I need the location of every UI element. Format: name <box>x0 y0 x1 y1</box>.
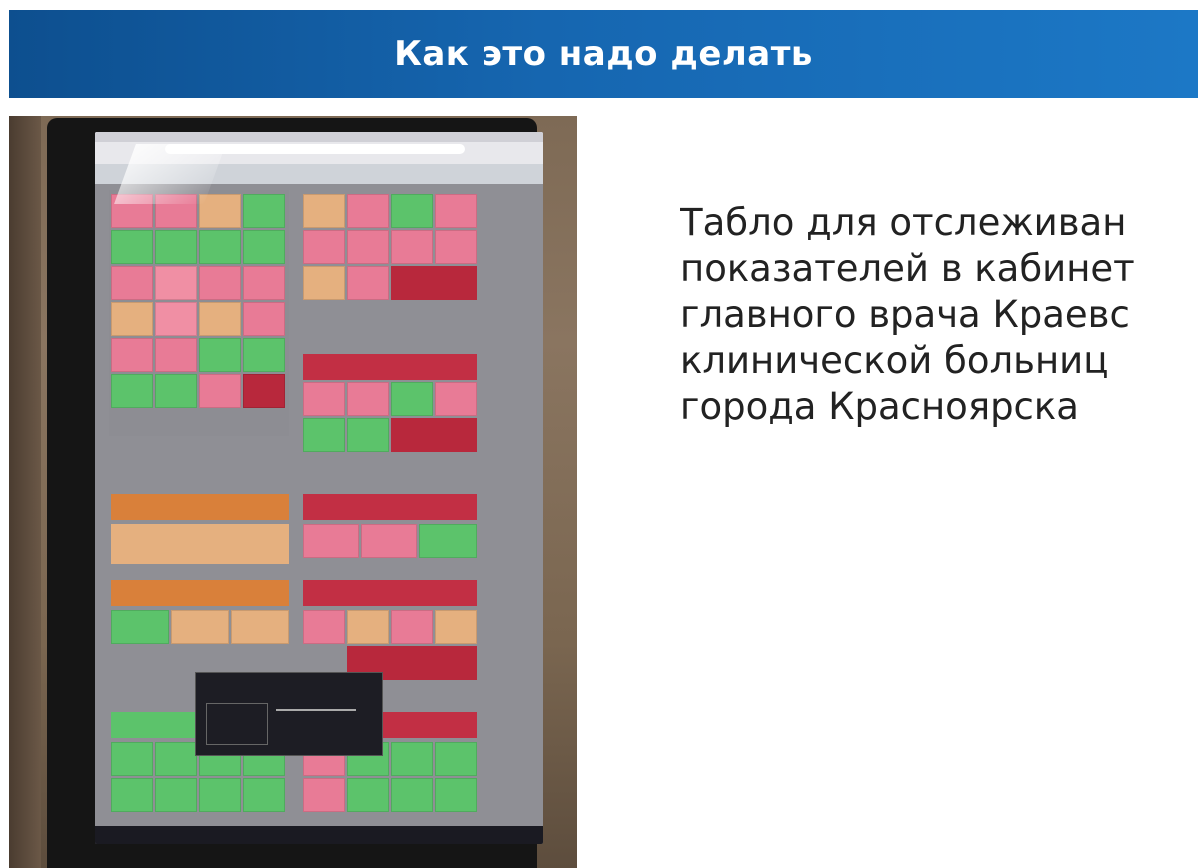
dashboard-wide-tile <box>391 418 477 452</box>
dashboard-tile <box>435 382 477 416</box>
dashboard-tile <box>347 418 389 452</box>
dashboard-tile <box>155 778 197 812</box>
caption-line: главного врача Краевс <box>680 293 1130 336</box>
dashboard-tile <box>435 230 477 264</box>
dashboard-tile <box>155 374 197 408</box>
dashboard-tile <box>303 382 345 416</box>
dashboard-tile <box>361 524 417 558</box>
dashboard-tile <box>199 338 241 372</box>
slide-title: Как это надо делать <box>394 34 813 74</box>
dashboard-tile <box>111 266 153 300</box>
dashboard-tile <box>303 194 345 228</box>
popup-legend-line <box>276 709 356 711</box>
dashboard-tile <box>303 230 345 264</box>
dashboard-tile <box>391 742 433 776</box>
tooltip-popup <box>195 672 383 756</box>
dashboard-tile <box>347 778 389 812</box>
dashboard-tile <box>391 194 433 228</box>
dashboard-tile <box>243 230 285 264</box>
popup-mini-chart <box>206 703 268 745</box>
dashboard-tile <box>347 610 389 644</box>
dashboard-tile <box>391 778 433 812</box>
wall-edge <box>9 116 41 868</box>
dashboard-tile <box>391 230 433 264</box>
caption-line: клинической больниц <box>680 339 1109 382</box>
dashboard-tile <box>155 338 197 372</box>
dashboard-tile <box>391 610 433 644</box>
os-taskbar <box>95 826 543 844</box>
section-header <box>111 494 289 520</box>
dashboard-tile <box>243 302 285 336</box>
dashboard-tile <box>111 374 153 408</box>
slide-header: Как это надо делать <box>9 10 1198 98</box>
dashboard-tile <box>347 382 389 416</box>
dashboard-tile <box>111 302 153 336</box>
section-header <box>303 354 477 380</box>
dashboard-tile <box>199 374 241 408</box>
dashboard-tile <box>435 194 477 228</box>
section-header <box>303 494 477 520</box>
section-header <box>303 580 477 606</box>
dashboard-tile <box>243 194 285 228</box>
dashboard-tile <box>111 778 153 812</box>
dashboard-tile <box>111 230 153 264</box>
dashboard-tile <box>243 266 285 300</box>
dashboard-tile <box>435 610 477 644</box>
browser-tab-strip <box>95 132 543 142</box>
dashboard-photo <box>9 116 577 868</box>
monitor-screen <box>95 132 543 844</box>
dashboard-tile <box>111 742 153 776</box>
dashboard-tile <box>303 266 345 300</box>
dashboard-tile <box>155 742 197 776</box>
dashboard-tile <box>243 778 285 812</box>
dashboard-tile <box>155 266 197 300</box>
dashboard-tile <box>303 418 345 452</box>
caption-line: Табло для отслеживан <box>680 201 1127 244</box>
dashboard-tile <box>111 610 169 644</box>
dashboard-tile <box>347 194 389 228</box>
dashboard-wide-tile <box>111 524 289 564</box>
dashboard-wide-tile <box>391 266 477 300</box>
dashboard-tile <box>171 610 229 644</box>
dashboard-tile <box>155 302 197 336</box>
dashboard-tile <box>347 230 389 264</box>
dashboard-tile <box>243 374 285 408</box>
dashboard-tile <box>435 742 477 776</box>
slide-caption: Табло для отслеживан показателей в кабин… <box>680 200 1198 430</box>
dashboard-tile <box>155 230 197 264</box>
dashboard-tile <box>243 338 285 372</box>
dashboard-tile <box>199 266 241 300</box>
caption-line: города Красноярска <box>680 385 1079 428</box>
dashboard-tile <box>199 230 241 264</box>
dashboard-tile <box>435 778 477 812</box>
caption-line: показателей в кабинет <box>680 247 1135 290</box>
dashboard-tile <box>111 338 153 372</box>
dashboard-tile <box>231 610 289 644</box>
monitor-bezel <box>47 118 543 868</box>
section-header <box>111 580 289 606</box>
dashboard-tile <box>199 302 241 336</box>
dashboard-tile <box>347 266 389 300</box>
dashboard-tile <box>303 610 345 644</box>
dashboard-tile <box>419 524 477 558</box>
dashboard-tile <box>199 778 241 812</box>
dashboard-tile <box>303 524 359 558</box>
dashboard-tile <box>303 778 345 812</box>
dashboard-tile <box>391 382 433 416</box>
